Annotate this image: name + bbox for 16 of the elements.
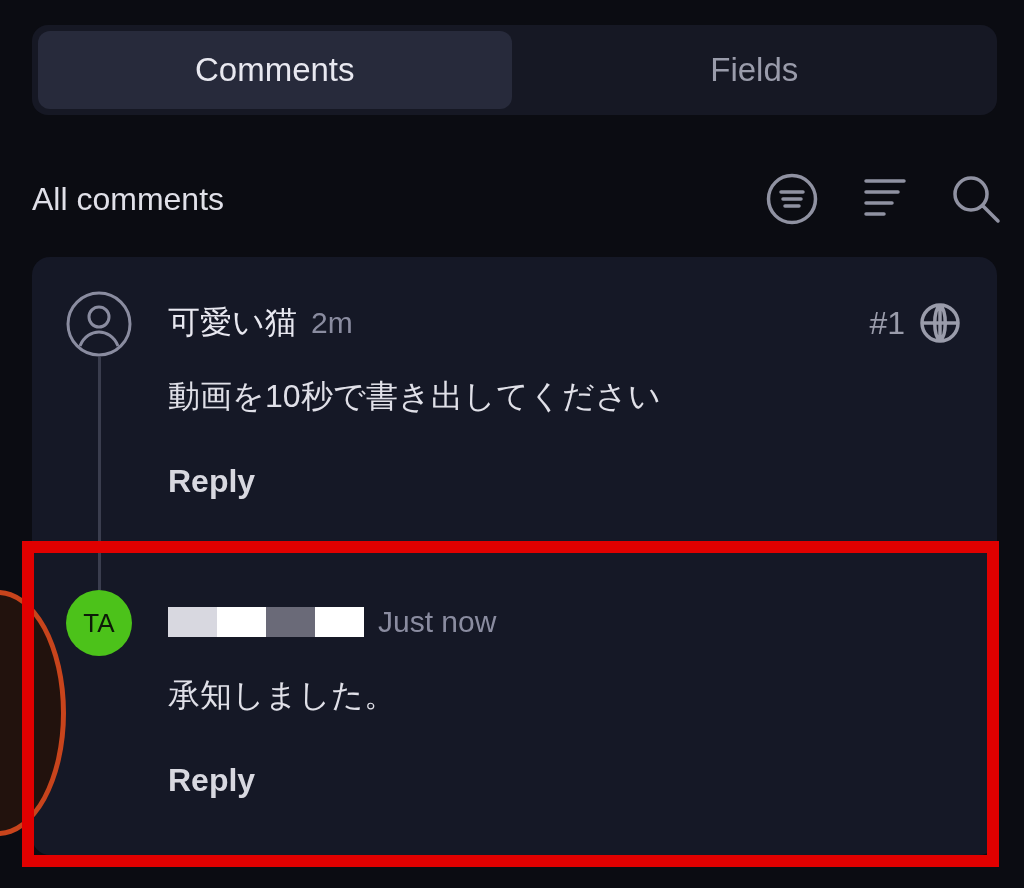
globe-icon xyxy=(919,302,961,344)
comment-text: 承知しました。 xyxy=(168,676,397,715)
comment-text: 動画を10秒で書き出してください xyxy=(168,377,662,416)
section-title: All comments xyxy=(32,180,226,218)
tab[interactable]: Fields xyxy=(517,31,991,109)
reply-button[interactable]: Reply xyxy=(168,463,256,500)
comment-number: #1 xyxy=(869,304,905,342)
initials-avatar: TA xyxy=(66,590,132,656)
author-name: 可愛い猫 xyxy=(168,303,297,342)
search-icon[interactable] xyxy=(950,173,1002,225)
comment-time: Just now xyxy=(378,605,497,639)
reply-button[interactable]: Reply xyxy=(168,762,256,799)
comment-time: 2m xyxy=(311,306,353,340)
user-avatar-icon xyxy=(66,291,132,357)
filter-icon[interactable] xyxy=(766,173,818,225)
tab[interactable]: Comments xyxy=(38,31,512,109)
